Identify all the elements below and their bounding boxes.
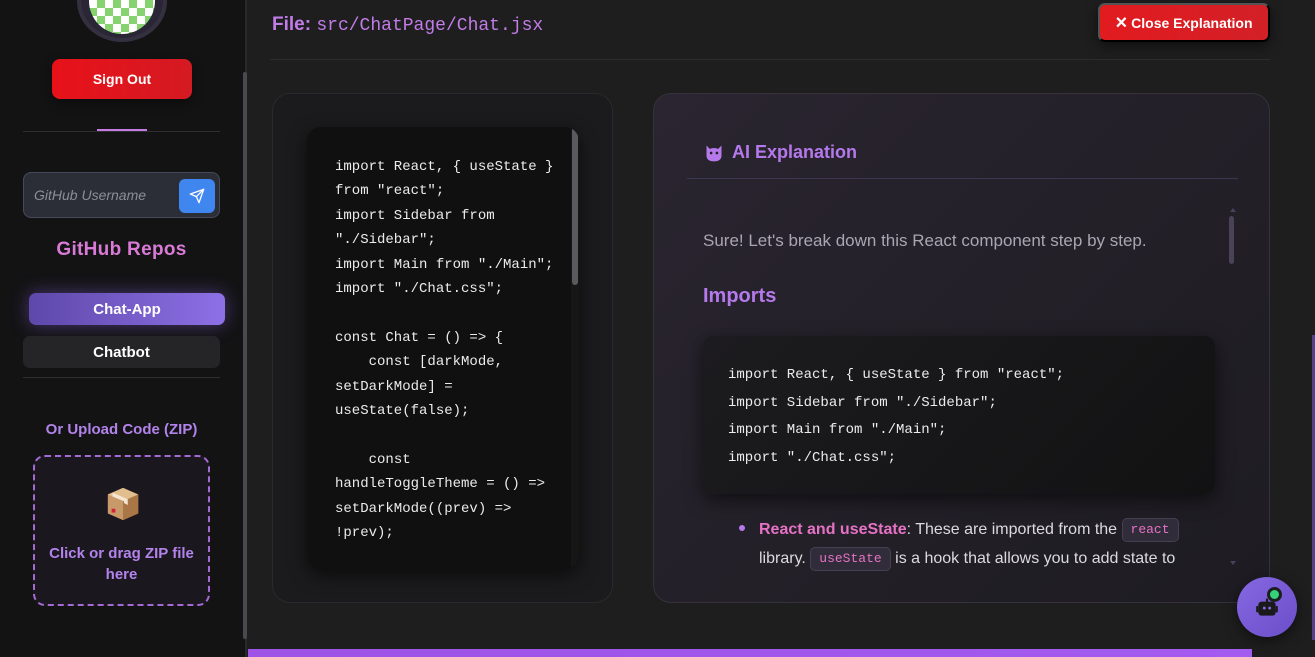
send-icon [189, 188, 205, 204]
progress-bar [248, 649, 1252, 657]
repo-item-chat-app[interactable]: Chat-App [29, 293, 225, 325]
close-explanation-button[interactable]: × Close Explanation [1098, 3, 1270, 42]
code-content: import React, { useState } from "react";… [335, 159, 554, 542]
zip-dropzone[interactable]: Click or drag ZIP file here [33, 455, 210, 606]
bullet-strong: React and useState [759, 521, 907, 538]
explanation-title: AI Explanation [732, 142, 858, 162]
explanation-intro: Sure! Let's break down this React compon… [703, 231, 1147, 250]
section-heading-imports: Imports [703, 285, 777, 307]
avatar[interactable] [77, 0, 167, 42]
dropzone-text: Click or drag ZIP file here [49, 545, 194, 583]
divider [23, 131, 220, 132]
github-username-input[interactable] [34, 181, 184, 209]
code-scrollbar[interactable] [571, 127, 579, 569]
code-panel: import React, { useState } from "react";… [272, 93, 613, 603]
explanation-divider [687, 178, 1238, 179]
main-content: File: src/ChatPage/Chat.jsx × Close Expl… [248, 0, 1315, 657]
file-label: File: [272, 14, 312, 35]
bullet-text-3: is a hook that allows you to add state t… [890, 550, 1176, 567]
bullet-text: React and useState: These are imported f… [759, 515, 1199, 573]
explanation-header: AI Explanation [704, 142, 857, 163]
repo-item-chatbot[interactable]: Chatbot [23, 336, 220, 368]
explanation-code-content: import React, { useState } from "react";… [728, 367, 1065, 466]
divider-accent [97, 129, 147, 131]
owl-icon [706, 145, 722, 161]
bullet-text-2: library. [759, 550, 811, 567]
close-icon: × [1115, 11, 1128, 34]
divider [23, 377, 220, 378]
sign-out-button[interactable]: Sign Out [52, 59, 192, 99]
explanation-scrollbar[interactable] [1229, 216, 1234, 264]
upload-title: Or Upload Code (ZIP) [45, 421, 198, 438]
chatbot-button[interactable] [1237, 577, 1297, 637]
close-explanation-label: Close Explanation [1131, 14, 1253, 31]
sidebar-scrollbar[interactable] [243, 72, 247, 639]
bullet-text-1: : These are imported from the [906, 521, 1122, 538]
repos-title: GitHub Repos [56, 239, 187, 260]
bullet-dot [739, 525, 745, 531]
online-status-dot [1267, 587, 1282, 602]
file-title: File: src/ChatPage/Chat.jsx [272, 14, 543, 36]
scroll-down-arrow[interactable] [1230, 561, 1236, 565]
github-username-form [23, 172, 220, 218]
scroll-up-arrow[interactable] [1230, 208, 1236, 212]
box-icon [107, 487, 139, 521]
code-scrollbar-thumb[interactable] [572, 127, 578, 285]
code-pill-react: react [1121, 518, 1179, 542]
code-pill-usestate: useState [810, 547, 891, 571]
file-path: src/ChatPage/Chat.jsx [316, 16, 544, 36]
header-divider [270, 59, 1270, 60]
avatar-image [89, 0, 155, 34]
explanation-panel: AI Explanation Sure! Let's break down th… [653, 93, 1270, 603]
code-viewer[interactable]: import React, { useState } from "react";… [307, 127, 579, 569]
sidebar: Sign Out GitHub Repos Chat-App Chatbot O… [0, 0, 247, 657]
explanation-code-block: import React, { useState } from "react";… [703, 336, 1215, 494]
fetch-repos-button[interactable] [179, 179, 215, 213]
